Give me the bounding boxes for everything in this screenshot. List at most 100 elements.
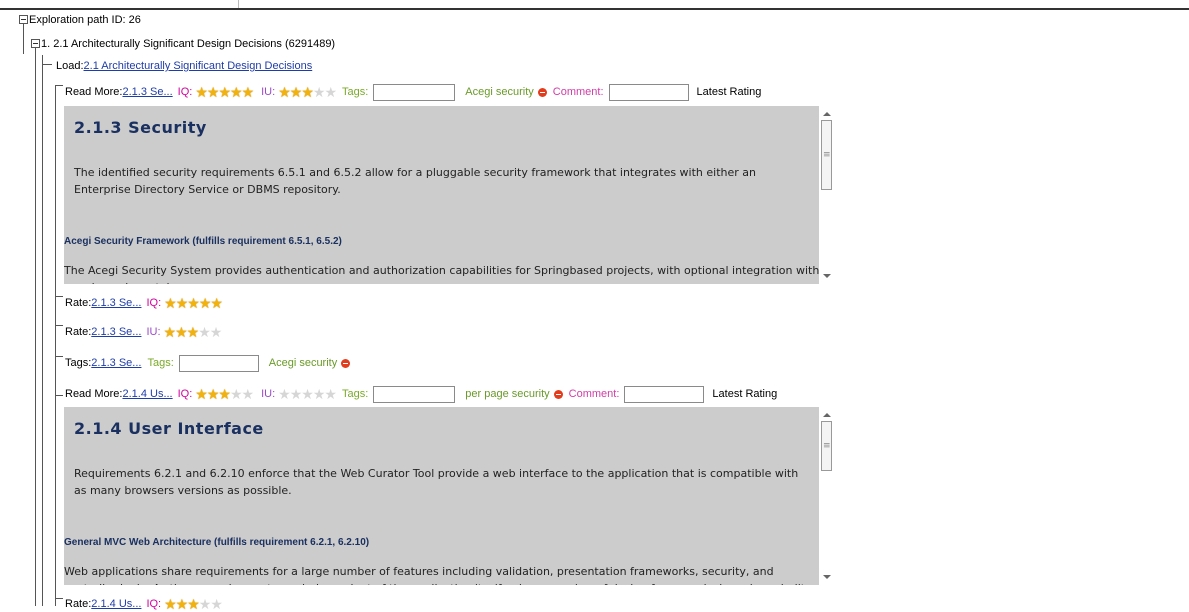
- top-tab-edge: [0, 0, 239, 8]
- tag-chip-text: per page security: [465, 388, 550, 400]
- star-icon[interactable]: ★: [164, 325, 177, 339]
- root-label-text: Exploration path ID: 26: [29, 14, 141, 26]
- star-icon[interactable]: ★: [187, 325, 200, 339]
- iu-label: IU:: [261, 86, 276, 98]
- rate-iu-row: Rate: 2.1.3 Se... IU: ★ ★ ★ ★ ★: [65, 324, 223, 340]
- star-icon[interactable]: ★: [175, 325, 188, 339]
- tree-root-label[interactable]: Exploration path ID: 26: [29, 12, 141, 28]
- comment-label: Comment:: [568, 388, 620, 400]
- star-icon[interactable]: ★: [278, 85, 291, 99]
- star-icon[interactable]: ★: [207, 387, 220, 401]
- minus-circle-icon[interactable]: [553, 389, 563, 399]
- star-icon[interactable]: ★: [198, 325, 211, 339]
- rate-label: Rate:: [65, 598, 92, 610]
- star-icon[interactable]: ★: [207, 85, 220, 99]
- iu-rating-stars[interactable]: ★ ★ ★ ★ ★: [278, 387, 337, 401]
- star-icon[interactable]: ★: [242, 85, 255, 99]
- scroll-thumb[interactable]: [821, 421, 832, 471]
- star-icon[interactable]: ★: [324, 85, 337, 99]
- star-icon[interactable]: ★: [210, 597, 223, 611]
- star-icon[interactable]: ★: [199, 597, 212, 611]
- tag-chip-text: Acegi security: [465, 86, 534, 98]
- star-icon[interactable]: ★: [230, 387, 243, 401]
- star-icon[interactable]: ★: [301, 387, 314, 401]
- star-icon[interactable]: ★: [218, 387, 231, 401]
- scroll-thumb[interactable]: [821, 120, 832, 190]
- scroll-down-icon[interactable]: [823, 274, 831, 278]
- tree-collapse-icon[interactable]: [31, 39, 40, 48]
- content-preview[interactable]: 2.1.3 Security The identified security r…: [64, 106, 835, 284]
- latest-rating-label: Latest Rating: [712, 388, 778, 400]
- preview-heading: 2.1.4 User Interface: [74, 419, 264, 438]
- star-icon[interactable]: ★: [313, 387, 326, 401]
- star-icon[interactable]: ★: [195, 387, 208, 401]
- preview-body: Web applications share requirements for …: [64, 565, 809, 585]
- section-label-text: 1. 2.1 Architecturally Significant Desig…: [41, 38, 336, 50]
- read-more-link[interactable]: 2.1.3 Se...: [122, 86, 172, 98]
- star-icon[interactable]: ★: [195, 85, 208, 99]
- star-icon[interactable]: ★: [313, 85, 326, 99]
- iq-rating-stars[interactable]: ★ ★ ★ ★ ★: [195, 85, 255, 99]
- star-icon[interactable]: ★: [164, 296, 177, 310]
- tree-collapse-icon[interactable]: [19, 15, 28, 24]
- tag-input[interactable]: [373, 385, 456, 403]
- star-icon[interactable]: ★: [230, 85, 243, 99]
- preview-subheading: General MVC Web Architecture (fulfills r…: [64, 537, 370, 548]
- scroll-up-icon[interactable]: [823, 413, 831, 417]
- latest-rating-label: Latest Rating: [696, 86, 762, 98]
- iu-rating-stars[interactable]: ★ ★ ★ ★ ★: [278, 85, 337, 99]
- tree-line: [55, 598, 63, 599]
- read-more-link[interactable]: 2.1.4 Us...: [122, 388, 172, 400]
- read-more-label: Read More:: [65, 388, 123, 400]
- comment-input[interactable]: [608, 83, 689, 101]
- star-icon[interactable]: ★: [176, 296, 189, 310]
- iq-label: IQ:: [146, 297, 162, 309]
- minus-circle-icon[interactable]: [537, 87, 547, 97]
- tag-input[interactable]: [178, 354, 259, 372]
- star-icon[interactable]: ★: [278, 387, 291, 401]
- preview-scrollbar[interactable]: [819, 106, 835, 284]
- star-icon[interactable]: ★: [210, 296, 223, 310]
- preview-scrollbar[interactable]: [819, 407, 835, 585]
- tags-link[interactable]: 2.1.3 Se...: [91, 357, 141, 369]
- tree-line: [23, 24, 24, 54]
- tree-line: [55, 85, 56, 606]
- tree-line: [35, 48, 36, 606]
- star-icon[interactable]: ★: [199, 296, 212, 310]
- star-icon[interactable]: ★: [164, 597, 177, 611]
- star-icon[interactable]: ★: [187, 296, 200, 310]
- tag-input[interactable]: [373, 83, 456, 101]
- iq-rating-stars[interactable]: ★ ★ ★ ★ ★: [195, 387, 255, 401]
- minus-circle-icon[interactable]: [341, 358, 351, 368]
- rate-link[interactable]: 2.1.3 Se...: [91, 326, 141, 338]
- load-prefix: Load:: [56, 60, 84, 72]
- comment-input[interactable]: [624, 385, 705, 403]
- rate-iq-row: Rate: 2.1.4 Us... IQ: ★ ★ ★ ★ ★: [65, 596, 223, 612]
- tree-line: [55, 296, 63, 297]
- star-icon[interactable]: ★: [187, 597, 200, 611]
- rate-link[interactable]: 2.1.4 Us...: [91, 598, 141, 610]
- star-icon[interactable]: ★: [242, 387, 255, 401]
- preview-body: The Acegi Security System provides authe…: [64, 264, 820, 284]
- preview-heading: 2.1.3 Security: [74, 118, 207, 137]
- star-icon[interactable]: ★: [290, 85, 303, 99]
- rate-link[interactable]: 2.1.3 Se...: [91, 297, 141, 309]
- star-icon[interactable]: ★: [218, 85, 231, 99]
- iq-label: IQ:: [146, 598, 162, 610]
- scroll-down-icon[interactable]: [823, 575, 831, 579]
- content-preview[interactable]: 2.1.4 User Interface Requirements 6.2.1 …: [64, 407, 835, 585]
- star-icon[interactable]: ★: [301, 85, 314, 99]
- star-icon[interactable]: ★: [290, 387, 303, 401]
- star-icon[interactable]: ★: [324, 387, 337, 401]
- star-icon[interactable]: ★: [210, 325, 223, 339]
- preview-paragraph: The identified security requirements 6.5…: [74, 166, 756, 196]
- tree-section-node[interactable]: 1. 2.1 Architecturally Significant Desig…: [41, 36, 335, 52]
- iq-rating-stars[interactable]: ★ ★ ★ ★ ★: [164, 296, 223, 310]
- rate-label: Rate:: [65, 326, 92, 338]
- iu-rating-stars[interactable]: ★ ★ ★ ★ ★: [164, 325, 223, 339]
- star-icon[interactable]: ★: [176, 597, 189, 611]
- scroll-up-icon[interactable]: [823, 112, 831, 116]
- tag-chip: Acegi security: [269, 357, 351, 369]
- iq-rating-stars[interactable]: ★ ★ ★ ★ ★: [164, 597, 223, 611]
- load-link[interactable]: 2.1 Architecturally Significant Design D…: [84, 60, 313, 72]
